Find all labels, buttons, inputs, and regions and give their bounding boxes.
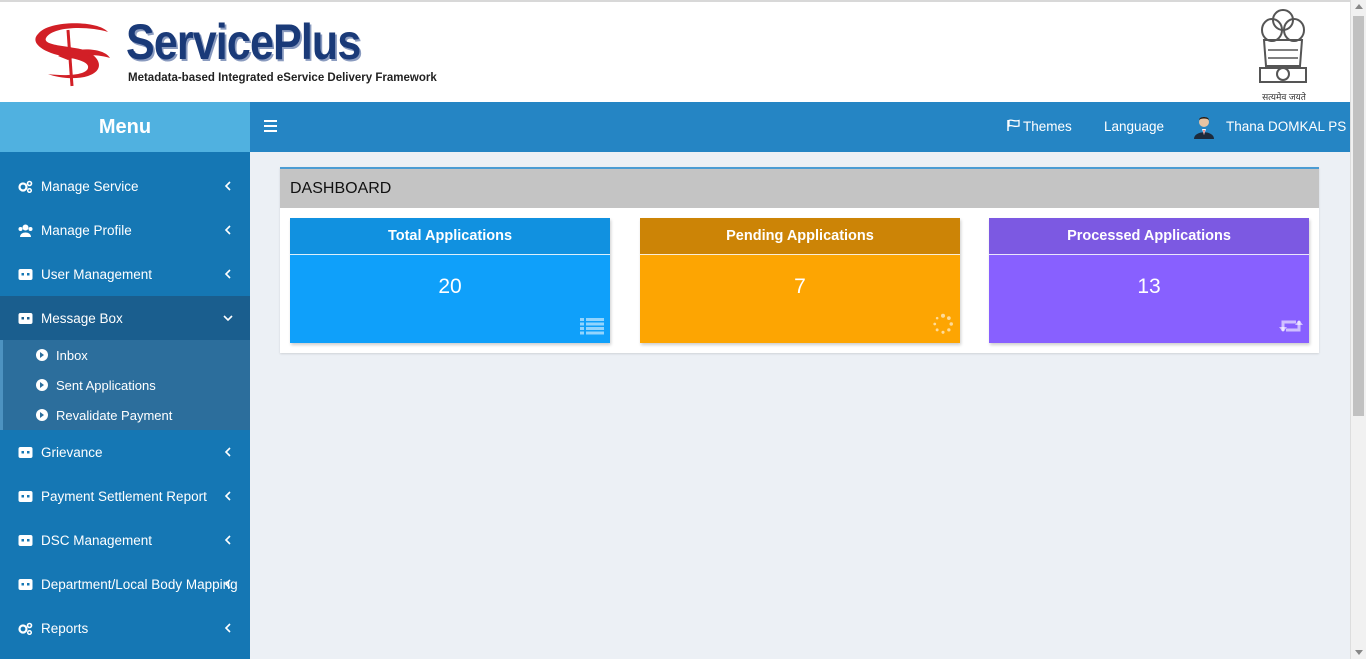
user-menu[interactable]: Thana DOMKAL PS	[1193, 102, 1346, 152]
user-name: Thana DOMKAL PS	[1226, 119, 1347, 134]
themes-label: Themes	[1023, 119, 1072, 134]
submenu-item-label: Inbox	[56, 347, 88, 363]
card-body: 20	[290, 255, 610, 343]
id-card-icon	[18, 578, 33, 590]
themes-menu[interactable]: Themes	[1007, 102, 1072, 152]
users-icon	[18, 224, 33, 237]
submenu-item-sent-applications[interactable]: Sent Applications	[3, 370, 250, 400]
card-body: 7	[640, 255, 960, 343]
sidebar-item-message-box[interactable]: Message Box	[0, 296, 250, 340]
spinner-icon	[933, 313, 953, 334]
card-title: Processed Applications	[989, 218, 1309, 255]
circle-arrow-right-icon	[36, 379, 48, 391]
submenu-item-label: Revalidate Payment	[56, 407, 173, 423]
pending-applications-card[interactable]: Pending Applications 7	[640, 218, 960, 343]
id-card-icon	[18, 312, 33, 324]
chevron-down-icon	[223, 315, 233, 322]
submenu-item-revalidate-payment[interactable]: Revalidate Payment	[3, 400, 250, 430]
sidebar-item-label: User Management	[41, 266, 153, 282]
chevron-left-icon	[224, 579, 231, 589]
card-value: 7	[794, 275, 806, 298]
id-card-icon	[18, 446, 33, 458]
id-card-icon	[18, 268, 33, 280]
submenu-item-inbox[interactable]: Inbox	[3, 340, 250, 370]
chevron-left-icon	[224, 535, 231, 545]
sidebar-item-label: Manage Profile	[41, 222, 132, 238]
dashboard-title: DASHBOARD	[280, 169, 1319, 208]
card-title: Pending Applications	[640, 218, 960, 255]
sidebar-item-manage-service[interactable]: Manage Service	[0, 164, 250, 208]
chevron-left-icon	[224, 269, 231, 279]
message-box-submenu: Inbox Sent Applications Revalidate Payme…	[0, 340, 250, 430]
sidebar-item-reports[interactable]: Reports	[0, 606, 250, 650]
card-value: 20	[438, 275, 462, 298]
sidebar-item-dsc-management[interactable]: DSC Management	[0, 518, 250, 562]
sidebar-item-user-management[interactable]: User Management	[0, 252, 250, 296]
user-avatar-icon	[1194, 117, 1214, 139]
chevron-left-icon	[224, 225, 231, 235]
brand-name: ServicePlus	[126, 14, 361, 70]
language-menu[interactable]: Language	[1104, 102, 1164, 152]
sidebar-item-label: Reports	[41, 620, 89, 636]
chevron-left-icon	[224, 447, 231, 457]
scroll-down-arrow-icon[interactable]	[1355, 650, 1363, 655]
circle-arrow-right-icon	[36, 349, 48, 361]
submenu-item-label: Sent Applications	[56, 377, 156, 393]
scroll-up-arrow-icon[interactable]	[1355, 4, 1363, 9]
sidebar-item-label: DSC Management	[41, 532, 153, 548]
sidebar-item-label: Department/Local Body Mapping	[41, 576, 238, 592]
card-value: 13	[1137, 275, 1161, 298]
serviceplus-logo-icon	[35, 23, 110, 87]
chevron-left-icon	[224, 623, 231, 633]
circle-arrow-right-icon	[36, 409, 48, 421]
sidebar-item-grievance[interactable]: Grievance	[0, 430, 250, 474]
cogs-icon	[18, 180, 33, 193]
retweet-icon	[1279, 320, 1303, 332]
card-title: Total Applications	[290, 218, 610, 255]
sidebar-item-department-local-body-mapping[interactable]: Department/Local Body Mapping	[0, 562, 250, 606]
sidebar-item-label: Message Box	[41, 310, 123, 326]
brand-tagline: Metadata-based Integrated eService Deliv…	[128, 72, 437, 84]
sidebar-item-label: Grievance	[41, 444, 103, 460]
sidebar-menu: Manage Service Manage Profile User Manag…	[0, 152, 250, 659]
sidebar-item-label: Manage Service	[41, 178, 139, 194]
dashboard-panel: DASHBOARD Total Applications 20 Pending …	[280, 167, 1319, 353]
hamburger-icon[interactable]	[264, 120, 277, 132]
flag-icon	[1007, 119, 1020, 131]
chevron-left-icon	[224, 181, 231, 191]
total-applications-card[interactable]: Total Applications 20	[290, 218, 610, 343]
sidebar-item-payment-settlement-report[interactable]: Payment Settlement Report	[0, 474, 250, 518]
site-header: ServicePlus Metadata-based Integrated eS…	[0, 0, 1350, 102]
cogs-icon	[18, 622, 33, 635]
scrollbar-thumb[interactable]	[1353, 16, 1364, 416]
id-card-icon	[18, 490, 33, 502]
id-card-icon	[18, 534, 33, 546]
card-body: 13	[989, 255, 1309, 343]
vertical-scrollbar[interactable]	[1350, 0, 1366, 659]
sidebar-item-label: Payment Settlement Report	[41, 488, 207, 504]
menu-title: Menu	[0, 102, 250, 152]
top-navbar: Themes Language Thana DOMKAL PS	[250, 102, 1350, 152]
chevron-left-icon	[224, 491, 231, 501]
processed-applications-card[interactable]: Processed Applications 13	[989, 218, 1309, 343]
national-emblem-icon	[1259, 9, 1307, 83]
sidebar-item-manage-profile[interactable]: Manage Profile	[0, 208, 250, 252]
list-icon	[580, 318, 604, 335]
